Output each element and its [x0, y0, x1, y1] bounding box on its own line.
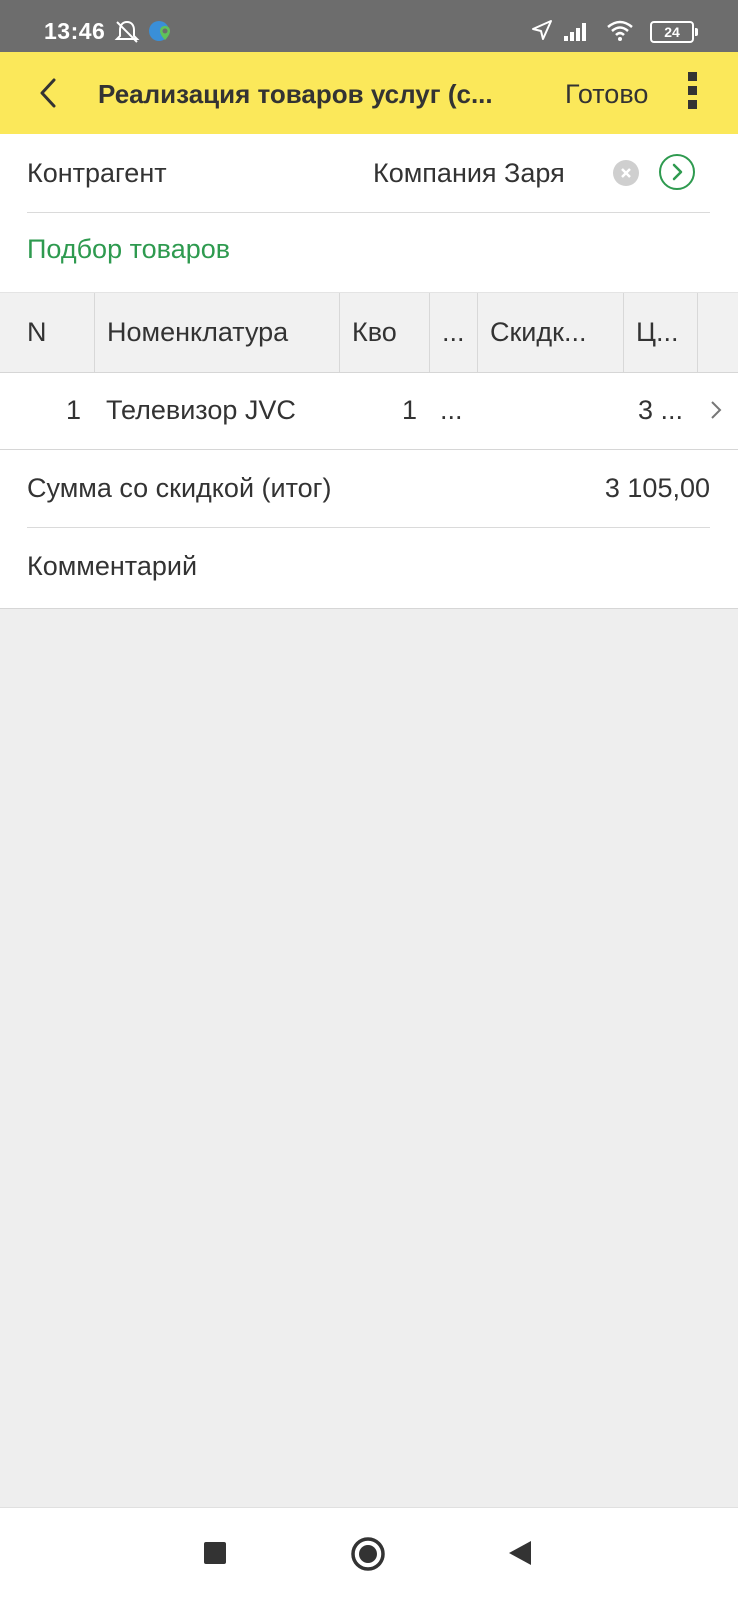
total-sum-field: Сумма со скидкой (итог) 3 105,00 — [27, 449, 710, 528]
counterparty-label: Контрагент — [27, 158, 167, 188]
status-time: 13:46 — [44, 18, 106, 44]
total-sum-value: 3 105,00 — [604, 473, 710, 503]
row-number: 1 — [66, 395, 82, 425]
wifi-icon — [607, 20, 633, 41]
muted-alarm-icon — [114, 20, 140, 43]
chevron-right-icon — [711, 401, 722, 419]
clear-icon[interactable] — [613, 160, 639, 186]
status-bar: 13:46 24 — [0, 0, 738, 52]
row-unit: ... — [440, 395, 463, 425]
column-header-qty[interactable]: Кво — [340, 293, 430, 372]
page-title: Реализация товаров услуг (с... — [98, 79, 493, 109]
column-header-discount[interactable]: Скидк... — [478, 293, 624, 372]
open-counterparty-icon[interactable] — [659, 154, 695, 190]
battery-icon: 24 — [650, 21, 698, 43]
comment-label: Комментарий — [27, 551, 198, 581]
row-price: 3 ... — [638, 395, 684, 425]
recent-apps-icon[interactable] — [203, 1536, 227, 1570]
back-arrow-icon[interactable] — [34, 76, 64, 110]
column-header-n[interactable]: N — [15, 293, 95, 372]
counterparty-value[interactable]: Компания Заря — [373, 158, 565, 189]
table-row[interactable]: 1 Телевизор JVC 1 ... 3 ... — [0, 371, 738, 450]
location-app-icon — [149, 21, 170, 41]
goods-table-header: N Номенклатура Кво ... Скидк... Ц... — [0, 292, 738, 373]
app-toolbar: Реализация товаров услуг (с... Готово — [0, 52, 738, 135]
column-header-unit[interactable]: ... — [430, 293, 478, 372]
more-menu-icon[interactable] — [684, 72, 700, 114]
row-qty: 1 — [402, 395, 418, 425]
signal-icon — [564, 23, 586, 41]
total-sum-label: Сумма со скидкой (итог) — [27, 473, 332, 503]
column-header-price[interactable]: Ц... — [624, 293, 698, 372]
row-item: Телевизор JVC — [106, 395, 296, 425]
back-nav-icon[interactable] — [507, 1536, 533, 1570]
document-form: Контрагент Компания Заря Подбор товаров … — [0, 134, 738, 609]
system-nav-bar — [0, 1507, 738, 1598]
done-button[interactable]: Готово — [565, 79, 648, 110]
home-icon[interactable] — [350, 1536, 386, 1572]
comment-field[interactable]: Комментарий — [27, 527, 710, 605]
product-selection-link[interactable]: Подбор товаров — [27, 234, 230, 265]
counterparty-field[interactable]: Контрагент Компания Заря — [27, 134, 710, 213]
column-header-item[interactable]: Номенклатура — [95, 293, 340, 372]
navigation-icon — [532, 20, 552, 40]
column-header-filler — [698, 293, 738, 372]
